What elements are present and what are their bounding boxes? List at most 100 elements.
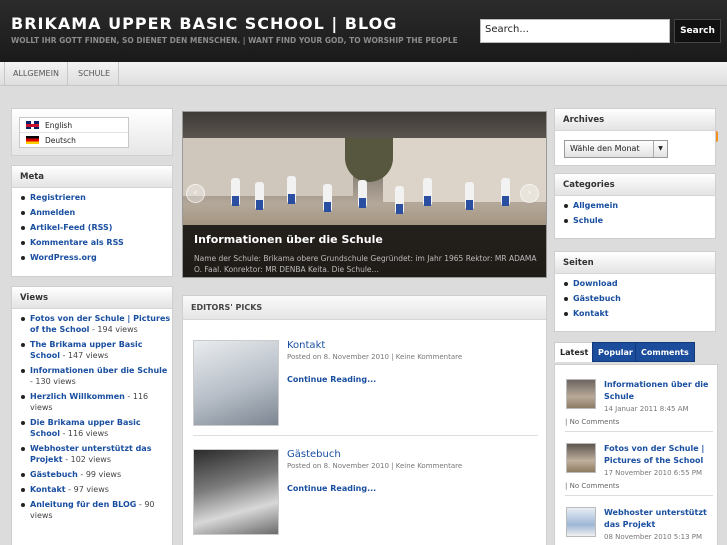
slide-title[interactable]: Informationen über die Schule bbox=[194, 233, 383, 246]
meta-link-register[interactable]: Registrieren bbox=[30, 193, 86, 202]
divider bbox=[565, 431, 713, 432]
post-title[interactable]: Kontakt bbox=[287, 340, 325, 351]
meta-widget: Meta Registrieren Anmelden Artikel-Feed … bbox=[11, 165, 173, 277]
list-item: Download bbox=[563, 278, 715, 289]
view-count: - 99 views bbox=[77, 470, 122, 479]
site-title[interactable]: BRIKAMA UPPER BASIC SCHOOL | BLOG bbox=[11, 14, 397, 33]
list-item: Allgemein bbox=[563, 200, 715, 211]
view-count: - 147 views bbox=[59, 351, 109, 360]
slide-figure bbox=[255, 182, 264, 210]
featured-slider[interactable]: ‹ › Informationen über die Schule Name d… bbox=[182, 111, 547, 278]
site-header: BRIKAMA UPPER BASIC SCHOOL | BLOG WOLLT … bbox=[0, 0, 727, 62]
de-flag-icon bbox=[26, 136, 39, 144]
latest-post-title[interactable]: Informationen über die Schule bbox=[604, 379, 710, 403]
slide-figure bbox=[358, 180, 367, 208]
page-link-guestbook[interactable]: Gästebuch bbox=[573, 294, 621, 303]
slide-roof bbox=[183, 112, 546, 138]
list-item: Informationen über die Schule - 130 view… bbox=[20, 365, 172, 387]
slide-excerpt: Name der Schule: Brikama obere Grundschu… bbox=[194, 254, 537, 274]
latest-post-thumbnail[interactable] bbox=[566, 379, 596, 409]
list-item: Kontakt bbox=[563, 308, 715, 319]
categories-widget: Categories Allgemein Schule bbox=[554, 173, 716, 239]
list-item: Webhoster unterstützt das Projekt - 102 … bbox=[20, 443, 172, 465]
view-count: - 194 views bbox=[89, 325, 138, 334]
meta-link-comments-rss[interactable]: Kommentare als RSS bbox=[30, 238, 124, 247]
post-title[interactable]: Gästebuch bbox=[287, 449, 341, 460]
divider bbox=[565, 495, 713, 496]
latest-post-comments[interactable]: | No Comments bbox=[565, 418, 619, 426]
latest-post-title[interactable]: Fotos von der Schule | Pictures of the S… bbox=[604, 443, 710, 467]
views-widget: Views Fotos von der Schule | Pictures of… bbox=[11, 286, 173, 545]
search-button[interactable]: Search bbox=[674, 19, 721, 43]
language-option-english[interactable]: English bbox=[20, 118, 128, 133]
slider-prev-button[interactable]: ‹ bbox=[186, 184, 205, 203]
site-tagline: WOLLT IHR GOTT FINDEN, SO DIENET DEN MEN… bbox=[11, 36, 458, 45]
list-item: Die Brikama upper Basic School - 116 vie… bbox=[20, 417, 172, 439]
views-link[interactable]: Informationen über die Schule bbox=[30, 366, 167, 375]
search-input[interactable]: Search... bbox=[480, 19, 670, 43]
slide-figure bbox=[231, 178, 240, 206]
page-link-download[interactable]: Download bbox=[573, 279, 618, 288]
post-meta: Posted on 8. November 2010 | Keine Komme… bbox=[287, 462, 463, 470]
editors-picks: EDITORS' PICKS Kontakt Posted on 8. Nove… bbox=[182, 295, 547, 545]
tab-latest[interactable]: Latest bbox=[554, 342, 595, 362]
view-count: - 116 views bbox=[59, 429, 109, 438]
list-item: Gästebuch - 99 views bbox=[20, 469, 172, 480]
list-item: Gästebuch bbox=[563, 293, 715, 304]
archive-month-select[interactable]: Wähle den Monat ▼ bbox=[564, 140, 668, 158]
widget-title: Categories bbox=[555, 174, 715, 196]
latest-post-title[interactable]: Webhoster unterstützt das Projekt bbox=[604, 507, 710, 531]
page-link-contact[interactable]: Kontakt bbox=[573, 309, 609, 318]
editors-picks-title: EDITORS' PICKS bbox=[183, 296, 546, 320]
post-meta: Posted on 8. November 2010 | Keine Komme… bbox=[287, 353, 463, 361]
chevron-down-icon: ▼ bbox=[653, 141, 667, 157]
nav-item-schule[interactable]: SCHULE bbox=[70, 62, 120, 86]
view-count: - 130 views bbox=[30, 377, 76, 386]
category-link-schule[interactable]: Schule bbox=[573, 216, 603, 225]
view-count: - 102 views bbox=[62, 455, 111, 464]
divider bbox=[193, 435, 538, 436]
continue-reading-link[interactable]: Continue Reading... bbox=[287, 375, 376, 384]
post-thumbnail[interactable] bbox=[193, 449, 279, 535]
list-item: Kommentare als RSS bbox=[20, 237, 172, 248]
slide-figure bbox=[395, 186, 404, 214]
latest-post-thumbnail[interactable] bbox=[566, 443, 596, 473]
views-link[interactable]: Herzlich Willkommen bbox=[30, 392, 125, 401]
view-count: - 97 views bbox=[65, 485, 109, 494]
slider-next-button[interactable]: › bbox=[520, 184, 539, 203]
slide-caption: Informationen über die Schule Name der S… bbox=[183, 225, 546, 277]
meta-link-wordpress[interactable]: WordPress.org bbox=[30, 253, 97, 262]
meta-link-rss[interactable]: Artikel-Feed (RSS) bbox=[30, 223, 112, 232]
list-item: Anmelden bbox=[20, 207, 172, 218]
views-link[interactable]: Kontakt bbox=[30, 485, 66, 494]
list-item: The Brikama upper Basic School - 147 vie… bbox=[20, 339, 172, 361]
slide-figure bbox=[423, 178, 432, 206]
list-item: Registrieren bbox=[20, 192, 172, 203]
category-link-allgemein[interactable]: Allgemein bbox=[573, 201, 618, 210]
widget-title: Seiten bbox=[555, 252, 715, 274]
continue-reading-link[interactable]: Continue Reading... bbox=[287, 484, 376, 493]
latest-post-thumbnail[interactable] bbox=[566, 507, 596, 537]
uk-flag-icon bbox=[26, 121, 39, 129]
post-thumbnail[interactable] bbox=[193, 340, 279, 426]
latest-post-comments[interactable]: | No Comments bbox=[565, 482, 619, 490]
tab-popular[interactable]: Popular bbox=[592, 342, 639, 362]
list-item: Schule bbox=[563, 215, 715, 226]
list-item: Herzlich Willkommen - 116 views bbox=[20, 391, 172, 413]
views-link[interactable]: Gästebuch bbox=[30, 470, 78, 479]
widget-title: Views bbox=[12, 287, 172, 309]
list-item: Anleitung für den BLOG - 90 views bbox=[20, 499, 172, 521]
latest-post-date: 14 Januar 2011 8:45 AM bbox=[604, 405, 689, 413]
slide-figure bbox=[465, 182, 474, 210]
meta-link-login[interactable]: Anmelden bbox=[30, 208, 75, 217]
language-option-deutsch[interactable]: Deutsch bbox=[20, 133, 128, 148]
widget-title: Archives bbox=[555, 109, 715, 131]
slide-figure bbox=[287, 176, 296, 204]
archives-widget: Archives Wähle den Monat ▼ bbox=[554, 108, 716, 166]
latest-posts-panel: Informationen über die Schule 14 Januar … bbox=[554, 364, 718, 545]
widget-title: Meta bbox=[12, 166, 172, 188]
tab-comments[interactable]: Comments bbox=[635, 342, 695, 362]
post-tabs: Latest Popular Comments bbox=[554, 342, 718, 364]
views-link[interactable]: Anleitung für den BLOG bbox=[30, 500, 136, 509]
nav-item-allgemein[interactable]: ALLGEMEIN bbox=[4, 62, 68, 86]
